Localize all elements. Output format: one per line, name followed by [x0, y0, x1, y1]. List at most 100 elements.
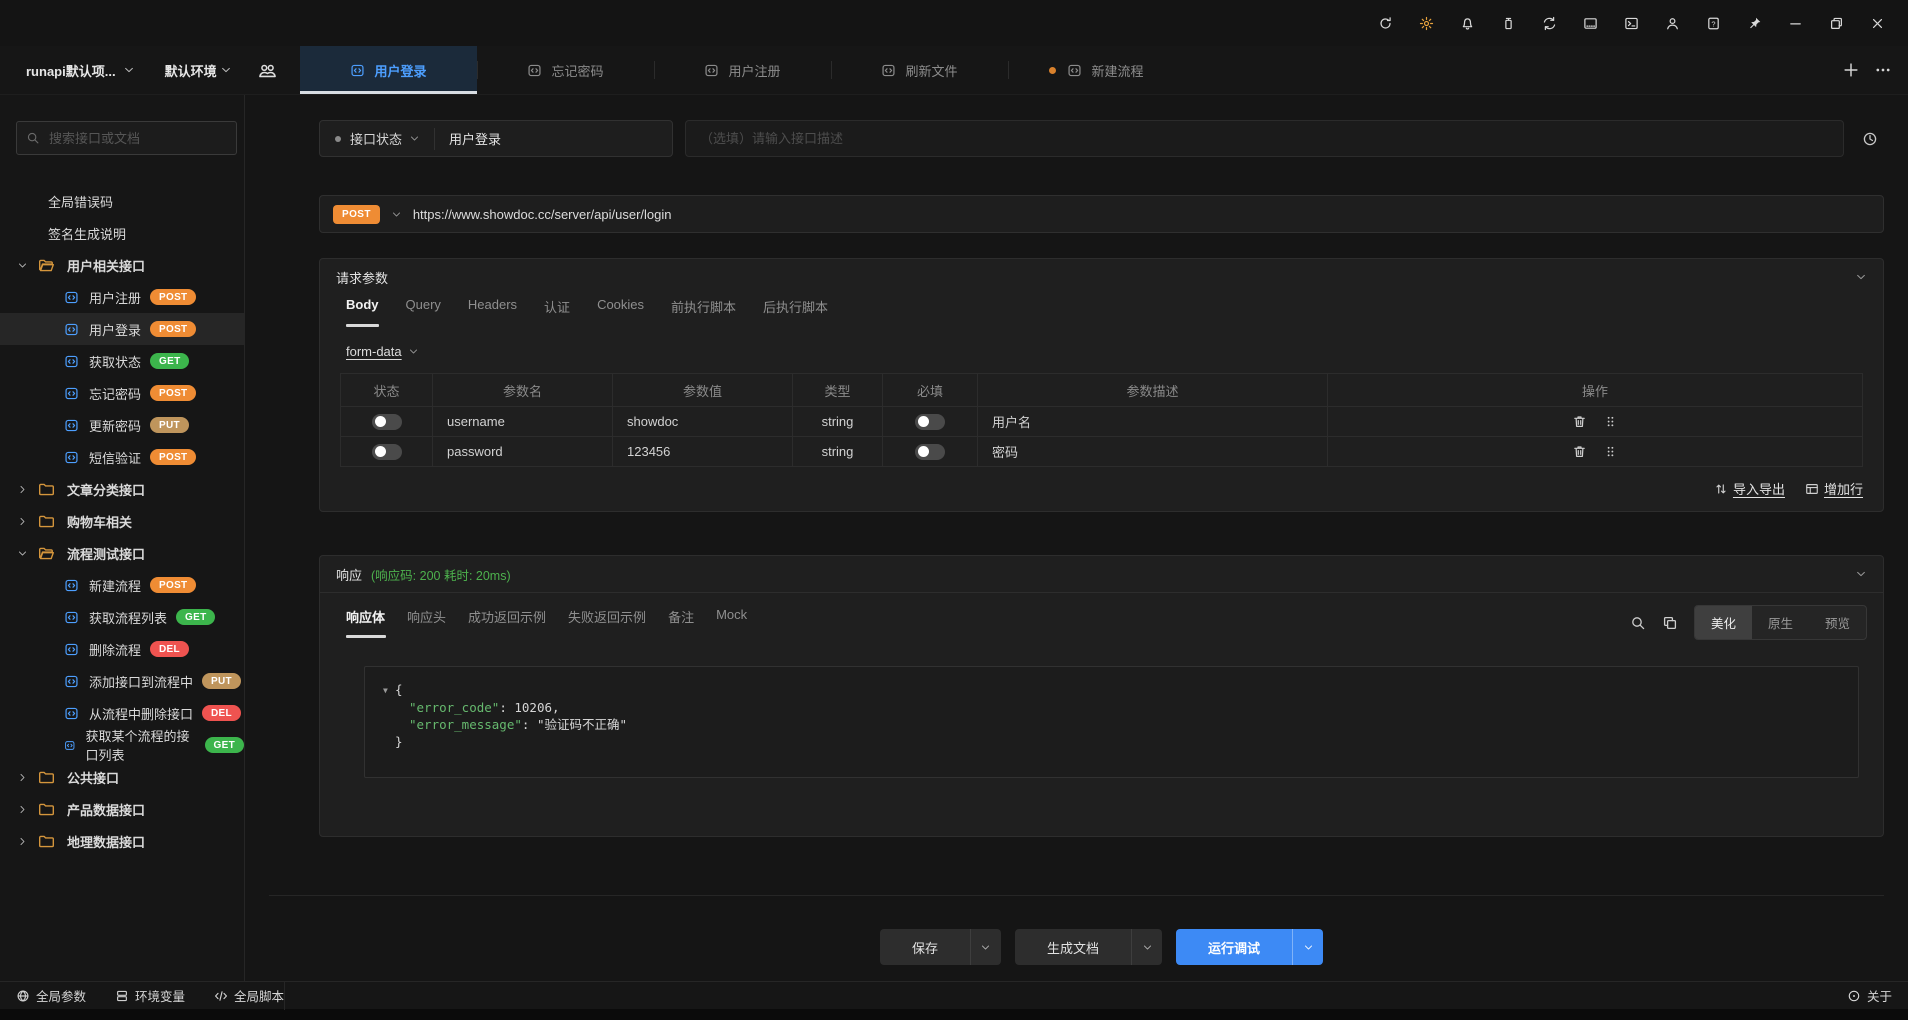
chevron-down-icon[interactable]: [1855, 271, 1867, 283]
request-tab-query[interactable]: Query: [406, 297, 441, 327]
run-debug-button[interactable]: 运行调试: [1176, 929, 1323, 965]
tree-item[interactable]: 公共接口: [0, 761, 244, 793]
tree-item[interactable]: 获取状态GET: [0, 345, 244, 377]
chevron-down-icon[interactable]: [409, 133, 420, 144]
response-tab[interactable]: 备注: [668, 607, 694, 638]
response-tab[interactable]: 响应头: [407, 607, 446, 638]
search-icon[interactable]: [1630, 615, 1646, 631]
sync-button[interactable]: [1529, 8, 1570, 38]
chevron-right-icon[interactable]: [17, 484, 28, 495]
history-button[interactable]: [1856, 125, 1884, 153]
chevron-right-icon[interactable]: [17, 836, 28, 847]
request-params-header[interactable]: 请求参数: [320, 259, 1883, 295]
tree-item[interactable]: 获取流程列表GET: [0, 601, 244, 633]
delete-row-icon[interactable]: [1572, 444, 1587, 459]
api-description-input[interactable]: [686, 131, 1843, 146]
response-tab[interactable]: 失败返回示例: [568, 607, 646, 638]
search-input[interactable]: [47, 130, 227, 147]
tree-item[interactable]: 新建流程POST: [0, 569, 244, 601]
pin-button[interactable]: [1734, 8, 1775, 38]
cell-description[interactable]: 用户名: [978, 407, 1328, 437]
tab-5[interactable]: 新建流程: [1008, 46, 1185, 94]
tree-item[interactable]: 用户登录POST: [0, 313, 244, 345]
about-button[interactable]: 关于: [1847, 986, 1892, 1005]
view-mode-active[interactable]: 美化: [1695, 606, 1752, 639]
chevron-down-icon[interactable]: [391, 209, 402, 220]
tree-item[interactable]: 获取某个流程的接口列表GET: [0, 729, 244, 761]
request-tab-body[interactable]: Body: [346, 297, 379, 327]
api-status-select[interactable]: 接口状态: [350, 129, 402, 148]
tree-item[interactable]: 删除流程DEL: [0, 633, 244, 665]
cell-type[interactable]: string: [793, 407, 883, 437]
chevron-right-icon[interactable]: [17, 516, 28, 527]
reload-button[interactable]: [1365, 8, 1406, 38]
tree-item[interactable]: 签名生成说明: [0, 217, 244, 249]
tree-item[interactable]: 流程测试接口: [0, 537, 244, 569]
tree-item[interactable]: 用户相关接口: [0, 249, 244, 281]
drag-handle-icon[interactable]: [1603, 414, 1618, 429]
run-debug-button-dropdown[interactable]: [1292, 929, 1323, 965]
request-tab-前执行脚本[interactable]: 前执行脚本: [671, 297, 736, 327]
tree-item[interactable]: 更新密码PUT: [0, 409, 244, 441]
response-tab[interactable]: 响应体: [346, 607, 385, 638]
tab-3[interactable]: 用户注册: [654, 46, 831, 94]
response-tab[interactable]: Mock: [716, 607, 747, 638]
generate-doc-button[interactable]: 生成文档: [1015, 929, 1162, 965]
chevron-down-icon[interactable]: [17, 260, 28, 271]
cell-param-value[interactable]: showdoc: [613, 407, 793, 437]
terminal-button[interactable]: [1611, 8, 1652, 38]
request-tab-认证[interactable]: 认证: [544, 297, 570, 327]
package-button[interactable]: [1488, 8, 1529, 38]
chevron-right-icon[interactable]: [17, 804, 28, 815]
cell-param-name[interactable]: username: [433, 407, 613, 437]
tree-item[interactable]: 文章分类接口: [0, 473, 244, 505]
import-export-link[interactable]: 导入导出: [1714, 479, 1785, 498]
required-toggle[interactable]: [915, 444, 945, 460]
delete-row-icon[interactable]: [1572, 414, 1587, 429]
cell-type[interactable]: string: [793, 437, 883, 467]
tree-item[interactable]: 添加接口到流程中PUT: [0, 665, 244, 697]
body-type-select[interactable]: form-data: [346, 344, 402, 359]
panel-button[interactable]: [1570, 8, 1611, 38]
tab-1[interactable]: 用户登录: [300, 46, 477, 94]
tree-item[interactable]: 从流程中删除接口DEL: [0, 697, 244, 729]
cell-description[interactable]: 密码: [978, 437, 1328, 467]
cell-param-value[interactable]: 123456: [613, 437, 793, 467]
enabled-toggle[interactable]: [372, 444, 402, 460]
statusbar-item[interactable]: 环境变量: [115, 986, 185, 1005]
view-mode-option[interactable]: 预览: [1809, 606, 1866, 639]
more-tabs-button[interactable]: [1874, 61, 1892, 79]
statusbar-item[interactable]: 全局脚本: [214, 986, 284, 1005]
drag-handle-icon[interactable]: [1603, 444, 1618, 459]
save-button-dropdown[interactable]: [970, 929, 1001, 965]
response-tab[interactable]: 成功返回示例: [468, 607, 546, 638]
chevron-down-icon[interactable]: [17, 548, 28, 559]
minimize-button[interactable]: [1775, 8, 1816, 38]
tree-item[interactable]: 用户注册POST: [0, 281, 244, 313]
response-body-viewer[interactable]: ▼{"error_code": 10206,"error_message": "…: [364, 666, 1859, 778]
help-button[interactable]: ?: [1693, 8, 1734, 38]
add-row-link[interactable]: 增加行: [1805, 479, 1863, 498]
url-input[interactable]: https://www.showdoc.cc/server/api/user/l…: [413, 207, 672, 222]
request-tab-headers[interactable]: Headers: [468, 297, 517, 327]
save-button[interactable]: 保存: [880, 929, 1001, 965]
close-button[interactable]: [1857, 8, 1898, 38]
tree-item[interactable]: 地理数据接口: [0, 825, 244, 857]
enabled-toggle[interactable]: [372, 414, 402, 430]
required-toggle[interactable]: [915, 414, 945, 430]
response-header[interactable]: 响应 (响应码: 200 耗时: 20ms): [320, 556, 1883, 593]
chevron-down-icon[interactable]: [220, 64, 232, 76]
cell-param-name[interactable]: password: [433, 437, 613, 467]
team-icon[interactable]: [258, 61, 277, 80]
chevron-right-icon[interactable]: [17, 772, 28, 783]
method-badge[interactable]: POST: [333, 205, 380, 224]
tab-4[interactable]: 刷新文件: [831, 46, 1008, 94]
chevron-down-icon[interactable]: [1855, 568, 1867, 580]
request-tab-cookies[interactable]: Cookies: [597, 297, 644, 327]
tree-item[interactable]: 忘记密码POST: [0, 377, 244, 409]
tree-item[interactable]: 产品数据接口: [0, 793, 244, 825]
tree-item[interactable]: 全局错误码: [0, 185, 244, 217]
request-tab-后执行脚本[interactable]: 后执行脚本: [763, 297, 828, 327]
restore-button[interactable]: [1816, 8, 1857, 38]
chevron-down-icon[interactable]: [408, 346, 419, 357]
